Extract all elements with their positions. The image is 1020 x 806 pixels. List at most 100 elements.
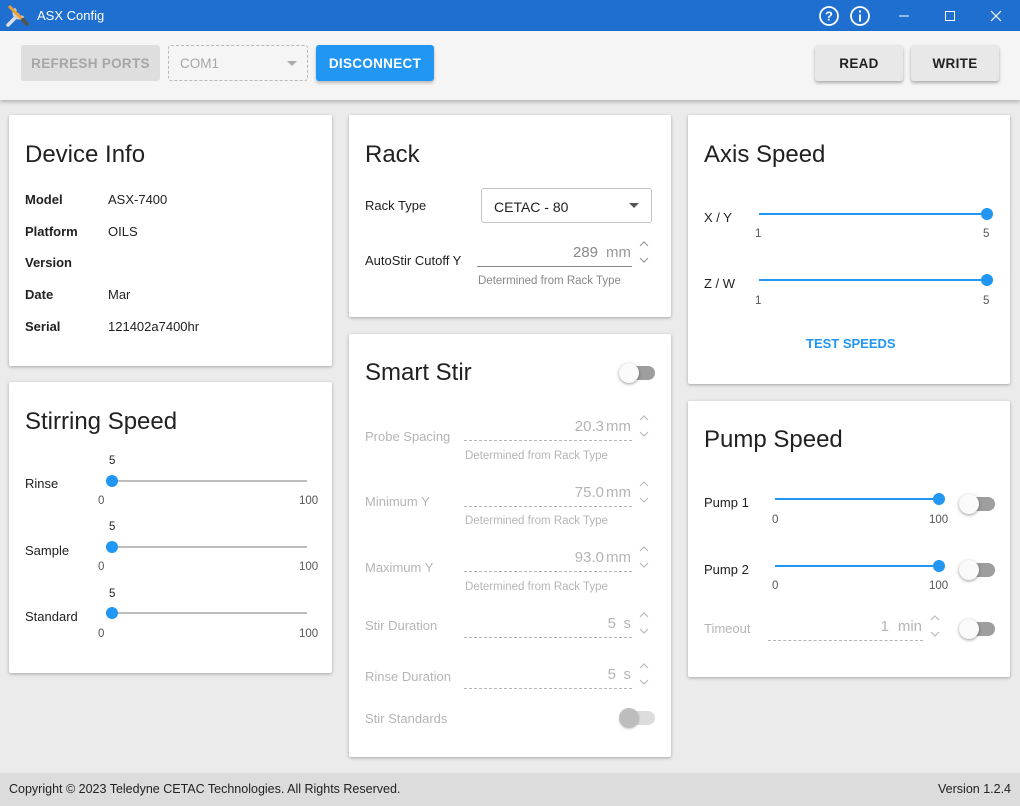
standard-max: 100 [299,628,319,640]
pump2-toggle[interactable] [959,559,995,580]
probe-spacing-field[interactable]: 20.3 mm [464,415,632,441]
maximum-y-label: Maximum Y [365,560,434,575]
pump2-slider-track[interactable] [775,565,939,567]
serial-value: 121402a7400hr [108,319,200,334]
sample-value-label: 5 [109,521,116,533]
xy-label: X / Y [704,210,732,225]
standard-slider-thumb[interactable] [106,607,118,619]
close-icon[interactable] [973,0,1019,31]
sample-label: Sample [25,543,70,558]
pump1-max: 100 [929,514,949,526]
xy-slider-track[interactable] [759,213,988,215]
rinse-duration-value: 5 [607,666,616,683]
rinse-slider-track[interactable] [106,480,307,482]
sample-slider-track[interactable] [106,546,307,548]
pump2-slider-thumb[interactable] [933,560,945,572]
serial-label: Serial [25,319,61,334]
standard-slider-track[interactable] [106,612,307,614]
stir-duration-stepper-icon[interactable] [639,611,649,635]
zw-slider-track[interactable] [759,279,988,281]
toolbar: REFRESH PORTS COM1 DISCONNECT READ WRITE [0,31,1020,100]
xy-min: 1 [755,228,762,240]
timeout-unit: min [897,618,922,635]
chevron-down-icon [287,61,297,66]
read-button[interactable]: READ [815,45,903,81]
pump1-min: 0 [772,514,779,526]
autostir-label: AutoStir Cutoff Y [365,253,462,268]
sample-slider-thumb[interactable] [106,541,118,553]
rack-type-label: Rack Type [365,198,427,213]
pump1-slider-thumb[interactable] [933,493,945,505]
rinse-duration-field[interactable]: 5 s [464,663,632,689]
version-label: Version [25,255,72,270]
autostir-field[interactable]: 289 mm [477,241,632,267]
rack-type-select[interactable]: CETAC - 80 [481,188,652,223]
stir-standards-toggle[interactable] [619,707,655,728]
xy-slider-thumb[interactable] [981,208,993,220]
pump1-label: Pump 1 [704,495,749,510]
maximum-y-stepper-icon[interactable] [639,545,649,569]
axis-speed-title: Axis Speed [704,141,826,168]
pump-speed-title: Pump Speed [704,426,843,453]
minimum-y-stepper-icon[interactable] [639,480,649,504]
standard-value-label: 5 [109,588,116,600]
timeout-label: Timeout [704,621,751,636]
pump2-label: Pump 2 [704,562,749,577]
probe-spacing-value: 20.3 [574,418,604,435]
test-speeds-button[interactable]: TEST SPEEDS [806,336,896,351]
rinse-duration-label: Rinse Duration [365,669,451,684]
stir-duration-value: 5 [607,615,616,632]
stir-duration-label: Stir Duration [365,618,438,633]
tools-icon [4,3,30,29]
window-title: ASX Config [37,8,105,23]
disconnect-button[interactable]: DISCONNECT [316,45,434,81]
refresh-ports-button[interactable]: REFRESH PORTS [21,45,160,81]
minimum-y-unit: mm [606,484,631,501]
timeout-field[interactable]: 1 min [768,615,923,641]
version-text: Version 1.2.4 [938,782,1011,796]
autostir-hint: Determined from Rack Type [478,275,621,287]
title-bar: ASX Config ? [0,0,1020,31]
info-icon[interactable] [849,5,871,27]
minimum-y-value: 75.0 [574,484,604,501]
pump1-slider-track[interactable] [775,498,939,500]
minimum-y-field[interactable]: 75.0 mm [464,481,632,507]
probe-spacing-stepper-icon[interactable] [639,414,649,438]
maximum-y-value: 93.0 [574,549,604,566]
autostir-unit: mm [606,244,631,261]
copyright-text: Copyright © 2023 Teledyne CETAC Technolo… [9,782,401,796]
rinse-slider-thumb[interactable] [106,475,118,487]
svg-text:?: ? [825,9,833,24]
zw-slider-thumb[interactable] [981,274,993,286]
smart-stir-toggle[interactable] [619,362,655,383]
rinse-duration-stepper-icon[interactable] [639,662,649,686]
stir-standards-label: Stir Standards [365,711,448,726]
help-icon[interactable]: ? [818,5,840,27]
maximize-icon[interactable] [927,0,973,31]
pump1-toggle[interactable] [959,493,995,514]
maximum-y-field[interactable]: 93.0 mm [464,546,632,572]
rinse-value-label: 5 [109,455,116,467]
autostir-stepper-icon[interactable] [639,240,649,264]
write-button[interactable]: WRITE [911,45,999,81]
timeout-stepper-icon[interactable] [930,614,940,638]
timeout-value: 1 [880,618,889,635]
port-select[interactable]: COM1 [168,45,308,81]
stir-duration-unit: s [623,615,632,632]
probe-spacing-unit: mm [606,418,631,435]
maximum-y-hint: Determined from Rack Type [465,581,608,593]
minimize-icon[interactable] [881,0,927,31]
zw-max: 5 [983,295,990,307]
platform-label: Platform [25,224,78,239]
zw-label: Z / W [704,276,736,291]
chevron-down-icon [629,203,639,208]
model-label: Model [25,192,63,207]
timeout-toggle[interactable] [959,618,995,639]
date-value: Mar [108,287,131,302]
status-bar: Copyright © 2023 Teledyne CETAC Technolo… [0,773,1020,806]
pump2-min: 0 [772,580,779,592]
zw-min: 1 [755,295,762,307]
device-info-title: Device Info [25,141,146,168]
stir-duration-field[interactable]: 5 s [464,612,632,638]
rack-title: Rack [365,141,420,168]
